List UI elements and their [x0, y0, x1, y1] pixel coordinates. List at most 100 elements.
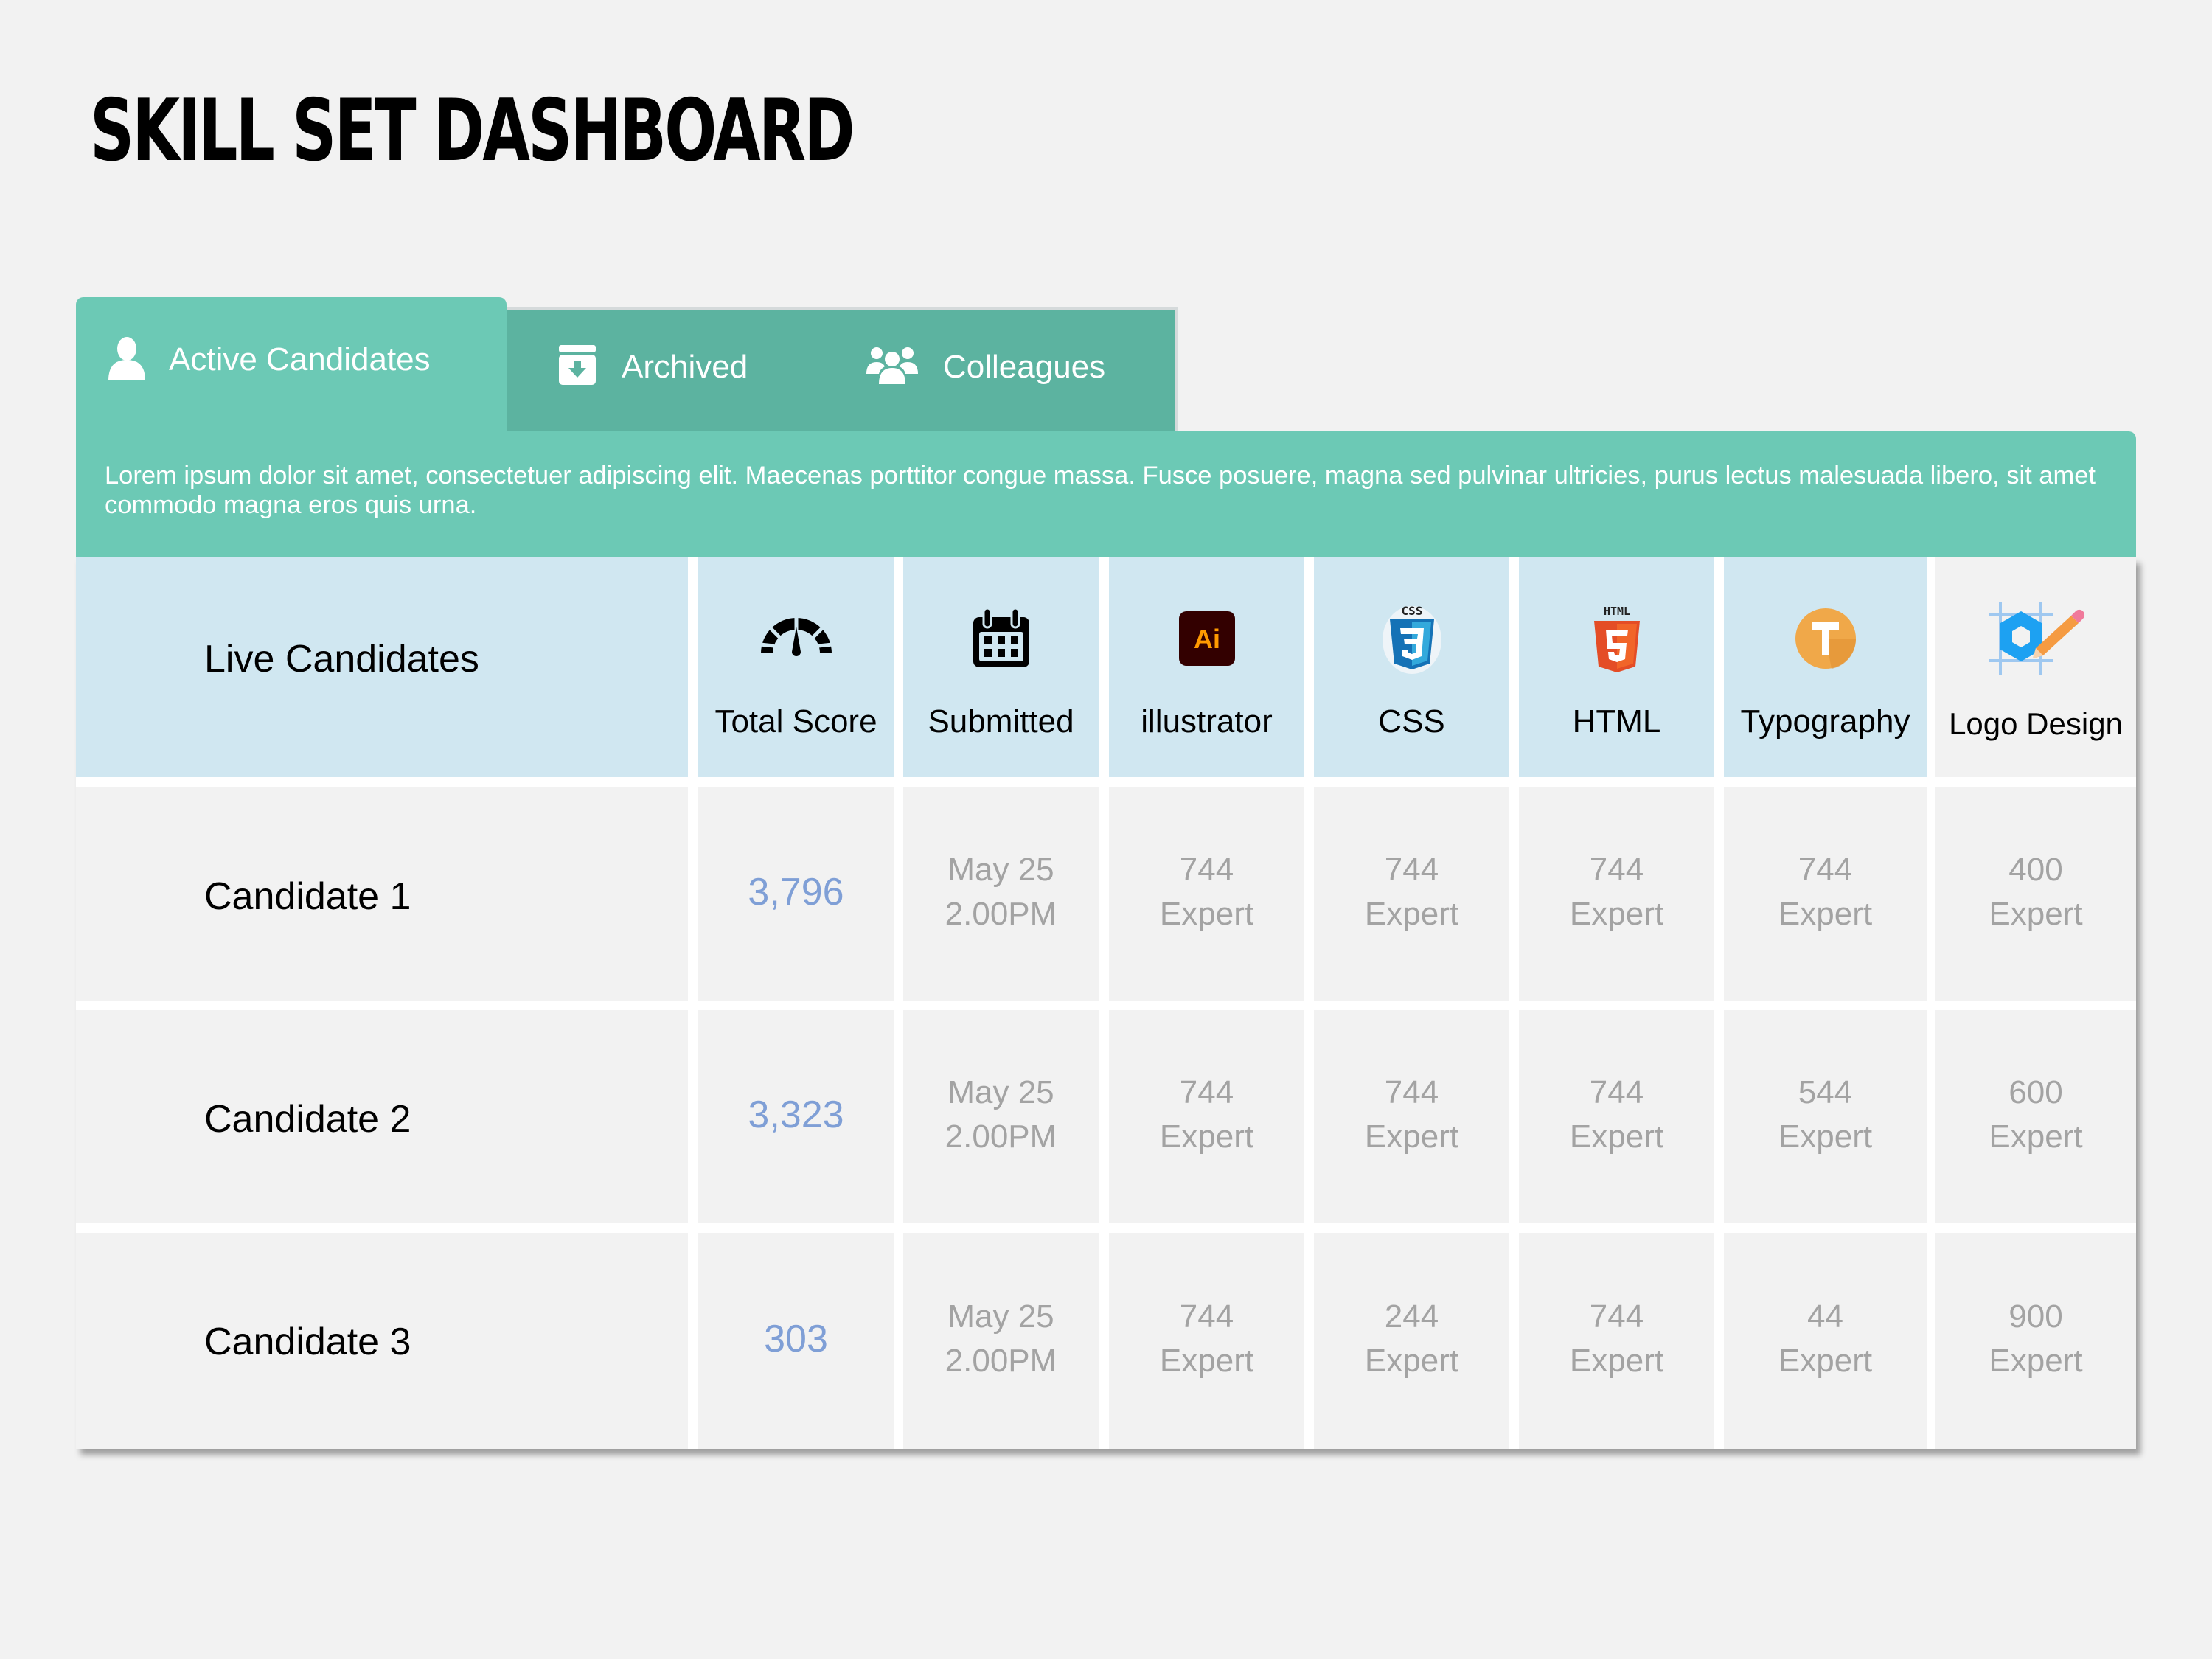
column-title: Submitted	[928, 703, 1074, 740]
skill-level: Expert	[1778, 895, 1873, 932]
column-header-logo-design[interactable]: Logo Design	[1935, 557, 2136, 777]
skill-level: Expert	[1364, 895, 1459, 932]
submitted-time: 2.00PM	[945, 1342, 1057, 1379]
submitted-cell: May 25 2.00PM	[903, 1010, 1099, 1223]
column-header-total-score[interactable]: Total Score	[698, 557, 894, 777]
skill-cell-illustrator: 744 Expert	[1109, 1233, 1304, 1449]
table-row-candidate-2[interactable]: Candidate 2	[76, 1010, 688, 1223]
skill-score: 744	[1179, 1298, 1234, 1335]
tab-archived[interactable]: Archived	[558, 310, 748, 431]
skill-score: 44	[1807, 1298, 1843, 1335]
tab-colleagues[interactable]: Colleagues	[866, 310, 1105, 431]
tab-label: Archived	[622, 348, 748, 385]
skill-cell-css: 744 Expert	[1314, 787, 1509, 1001]
candidate-name: Candidate 3	[204, 1321, 411, 1363]
submitted-cell: May 25 2.00PM	[903, 1233, 1099, 1449]
skill-cell-css: 744 Expert	[1314, 1010, 1509, 1223]
skill-level: Expert	[1364, 1118, 1459, 1155]
skill-score: 544	[1798, 1074, 1853, 1110]
column-header-typography[interactable]: Typography	[1724, 557, 1927, 777]
skill-level: Expert	[1159, 1118, 1254, 1155]
skill-cell-css: 244 Expert	[1314, 1233, 1509, 1449]
candidate-name: Candidate 1	[204, 875, 411, 918]
submitted-time: 2.00PM	[945, 895, 1057, 932]
skill-cell-html: 744 Expert	[1519, 1233, 1714, 1449]
skill-score: 400	[2008, 851, 2063, 888]
skill-score: 744	[1179, 1074, 1234, 1110]
column-header-css[interactable]: CSS CSS	[1314, 557, 1509, 777]
skill-level: Expert	[1989, 895, 2083, 932]
skill-level: Expert	[1569, 895, 1664, 932]
skill-cell-typography: 544 Expert	[1724, 1010, 1927, 1223]
skill-level: Expert	[1364, 1342, 1459, 1379]
logo-design-icon	[1935, 594, 2136, 683]
page-title: SKILL SET DASHBOARD	[90, 81, 855, 181]
html5-icon: HTML	[1519, 602, 1714, 675]
column-header-illustrator[interactable]: Ai illustrator	[1109, 557, 1304, 777]
column-title: illustrator	[1141, 703, 1273, 740]
skill-level: Expert	[1989, 1342, 2083, 1379]
svg-text:HTML: HTML	[1603, 605, 1630, 618]
column-title: HTML	[1572, 703, 1661, 740]
total-score-cell: 303	[698, 1233, 894, 1449]
skill-score: 744	[1384, 1074, 1439, 1110]
column-title: Typography	[1740, 703, 1910, 740]
skill-score: 244	[1384, 1298, 1439, 1335]
total-score-cell: 3,323	[698, 1010, 894, 1223]
skill-score: 600	[2008, 1074, 2063, 1110]
header-cell-live-candidates: Live Candidates	[76, 557, 688, 777]
speedometer-icon	[698, 602, 894, 675]
submitted-date: May 25	[947, 1298, 1054, 1335]
skill-cell-typography: 744 Expert	[1724, 787, 1927, 1001]
column-header-submitted[interactable]: Submitted	[903, 557, 1099, 777]
description-text: Lorem ipsum dolor sit amet, consectetuer…	[105, 462, 2096, 519]
skill-level: Expert	[1778, 1342, 1873, 1379]
submitted-date: May 25	[947, 851, 1054, 888]
column-header-html[interactable]: HTML HTML	[1519, 557, 1714, 777]
css3-icon: CSS	[1314, 602, 1509, 675]
column-title: Logo Design	[1949, 706, 2123, 741]
submitted-time: 2.00PM	[945, 1118, 1057, 1155]
description-band: Lorem ipsum dolor sit amet, consectetuer…	[76, 431, 2136, 557]
tab-active-candidates[interactable]: Active Candidates	[76, 297, 507, 437]
svg-text:CSS: CSS	[1401, 604, 1422, 618]
skill-cell-html: 744 Expert	[1519, 787, 1714, 1001]
submitted-date: May 25	[947, 1074, 1054, 1110]
tab-label: Colleagues	[943, 348, 1106, 385]
total-score-value: 3,796	[748, 870, 844, 914]
candidates-table: Live Candidates Total Score Submitted Ai…	[76, 557, 2136, 1449]
skill-cell-illustrator: 744 Expert	[1109, 787, 1304, 1001]
adobe-illustrator-icon: Ai	[1109, 602, 1304, 675]
skill-level: Expert	[1159, 895, 1254, 932]
skill-cell-logo-design: 600 Expert	[1935, 1010, 2136, 1223]
total-score-value: 3,323	[748, 1093, 844, 1136]
tab-label: Active Candidates	[169, 341, 431, 378]
table-row-candidate-1[interactable]: Candidate 1	[76, 787, 688, 1001]
users-group-icon	[866, 344, 918, 389]
archive-box-icon	[558, 344, 597, 389]
column-title: Total Score	[714, 703, 877, 740]
skill-score: 744	[1798, 851, 1853, 888]
skill-score: 744	[1589, 851, 1644, 888]
column-title: CSS	[1378, 703, 1445, 740]
skill-score: 900	[2008, 1298, 2063, 1335]
skill-cell-typography: 44 Expert	[1724, 1233, 1927, 1449]
skill-cell-logo-design: 900 Expert	[1935, 1233, 2136, 1449]
person-icon	[107, 336, 147, 384]
total-score-value: 303	[764, 1317, 828, 1360]
candidate-name: Candidate 2	[204, 1098, 411, 1141]
skill-score: 744	[1179, 851, 1234, 888]
skill-score: 744	[1384, 851, 1439, 888]
tab-strip: Archived Colleagues	[507, 307, 1178, 431]
typography-icon	[1724, 602, 1927, 675]
skill-cell-html: 744 Expert	[1519, 1010, 1714, 1223]
total-score-cell: 3,796	[698, 787, 894, 1001]
submitted-cell: May 25 2.00PM	[903, 787, 1099, 1001]
skill-level: Expert	[1569, 1118, 1664, 1155]
table-row-candidate-3[interactable]: Candidate 3	[76, 1233, 688, 1449]
skill-level: Expert	[1159, 1342, 1254, 1379]
svg-text:Ai: Ai	[1194, 624, 1220, 654]
skill-cell-logo-design: 400 Expert	[1935, 787, 2136, 1001]
skill-score: 744	[1589, 1074, 1644, 1110]
skill-score: 744	[1589, 1298, 1644, 1335]
